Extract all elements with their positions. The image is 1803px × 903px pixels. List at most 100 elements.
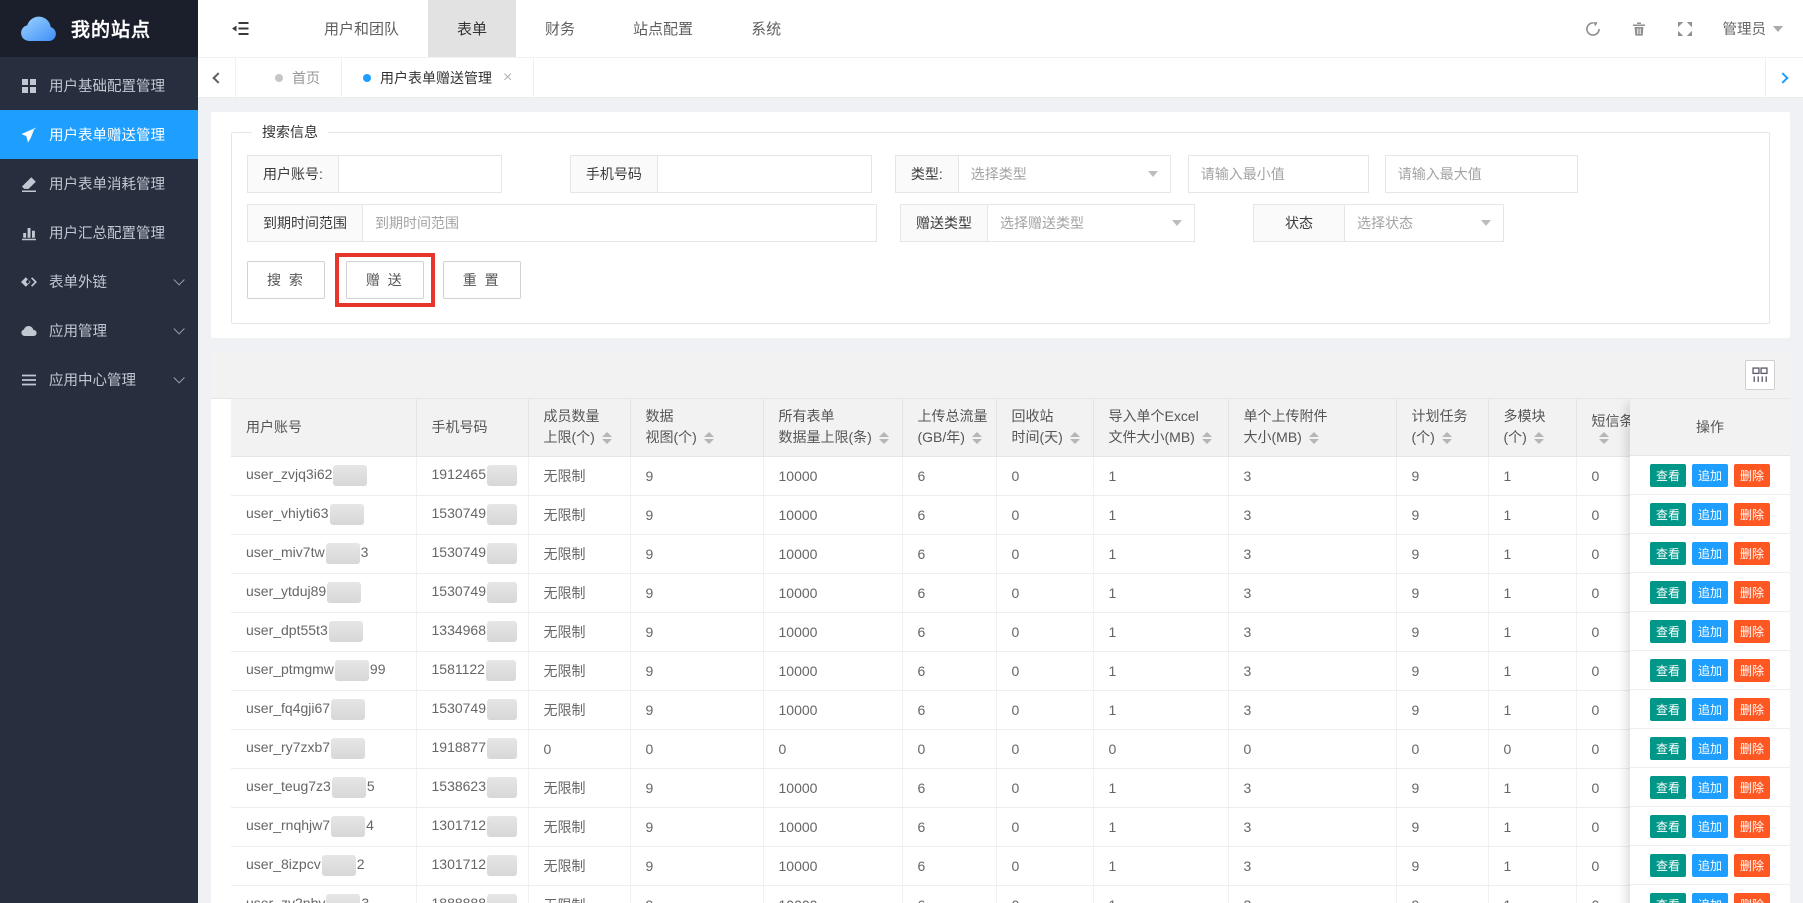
sidebar-item[interactable]: 用户表单消耗管理 [0,159,198,208]
user-menu[interactable]: 管理员 [1723,18,1784,39]
open-tab[interactable]: 首页 [254,58,342,97]
min-value-input[interactable] [1188,155,1369,193]
sidebar-item[interactable]: 用户汇总配置管理 [0,208,198,257]
redacted-text [326,543,360,564]
table-row: user_dpt55t31334968无限制9100006013910 [231,612,1770,651]
fullscreen-icon[interactable] [1677,21,1693,37]
sort-icon[interactable] [1309,432,1319,444]
nav-tab[interactable]: 表单 [428,0,516,57]
nav-tab[interactable]: 站点配置 [604,0,722,57]
delete-button[interactable]: 删除 [1734,659,1770,682]
view-button[interactable]: 查看 [1650,620,1686,643]
column-header[interactable]: 所有表单数据量上限(条) [763,399,902,456]
append-button[interactable]: 追加 [1692,815,1728,838]
gift-button[interactable]: 赠 送 [346,261,424,299]
column-header[interactable]: 多模块(个) [1488,399,1576,456]
max-value-input[interactable] [1385,155,1578,193]
type-select[interactable]: 选择类型 [958,155,1171,193]
table-row: user_ry7zxb719188770000000000 [231,729,1770,768]
collapse-menu-icon[interactable] [212,0,269,57]
sidebar-item[interactable]: 用户表单赠送管理 [0,110,198,159]
sort-icon[interactable] [879,432,889,444]
nav-tab[interactable]: 用户和团队 [295,0,428,57]
column-header[interactable]: 导入单个Excel文件大小(MB) [1093,399,1228,456]
column-header[interactable]: 单个上传附件大小(MB) [1228,399,1396,456]
sort-icon[interactable] [1070,432,1080,444]
status-select[interactable]: 选择状态 [1344,204,1504,242]
value-cell: 3 [1228,885,1396,903]
refresh-icon[interactable] [1585,21,1601,37]
tabs-scroll-left-icon[interactable] [198,58,236,97]
append-button[interactable]: 追加 [1692,698,1728,721]
phone-input[interactable] [657,155,872,193]
view-button[interactable]: 查看 [1650,581,1686,604]
sidebar-item[interactable]: 用户基础配置管理 [0,61,198,110]
sort-icon[interactable] [972,432,982,444]
column-settings-button[interactable] [1745,360,1775,390]
column-header[interactable]: 计划任务(个) [1396,399,1488,456]
site-logo[interactable]: 我的站点 [0,0,198,57]
date-range-input[interactable] [362,204,877,242]
sort-icon[interactable] [1599,432,1609,444]
delete-button[interactable]: 删除 [1734,698,1770,721]
actions-row: 查看追加删除 [1630,690,1790,729]
append-button[interactable]: 追加 [1692,464,1728,487]
view-button[interactable]: 查看 [1650,776,1686,799]
append-button[interactable]: 追加 [1692,581,1728,604]
delete-button[interactable]: 删除 [1734,776,1770,799]
sort-icon[interactable] [1442,432,1452,444]
delete-button[interactable]: 删除 [1734,854,1770,877]
redacted-text [487,699,517,720]
append-button[interactable]: 追加 [1692,893,1728,903]
append-button[interactable]: 追加 [1692,620,1728,643]
account-input[interactable] [338,155,502,193]
sort-icon[interactable] [1534,432,1544,444]
close-icon[interactable]: × [503,70,512,86]
sort-icon[interactable] [704,432,714,444]
phone-cell: 1918877 [416,729,528,768]
delete-button[interactable]: 删除 [1734,893,1770,903]
column-header[interactable]: 回收站时间(天) [996,399,1093,456]
open-tab[interactable]: 用户表单赠送管理× [342,58,534,97]
delete-button[interactable]: 删除 [1734,464,1770,487]
tabs-scroll-right-icon[interactable] [1765,58,1803,97]
column-header[interactable]: 数据视图(个) [630,399,763,456]
sidebar-item[interactable]: 应用中心管理 [0,355,198,404]
view-button[interactable]: 查看 [1650,698,1686,721]
view-button[interactable]: 查看 [1650,854,1686,877]
gift-type-select[interactable]: 选择赠送类型 [987,204,1195,242]
delete-button[interactable]: 删除 [1734,737,1770,760]
delete-button[interactable]: 删除 [1734,620,1770,643]
view-button[interactable]: 查看 [1650,503,1686,526]
delete-button[interactable]: 删除 [1734,503,1770,526]
column-header[interactable]: 成员数量上限(个) [528,399,630,456]
view-button[interactable]: 查看 [1650,893,1686,903]
view-button[interactable]: 查看 [1650,737,1686,760]
sidebar-item[interactable]: 应用管理 [0,306,198,355]
value-cell: 1 [1488,807,1576,846]
nav-tab[interactable]: 系统 [722,0,810,57]
delete-button[interactable]: 删除 [1734,815,1770,838]
reset-button[interactable]: 重 置 [443,261,521,299]
redacted-text [335,660,369,681]
view-button[interactable]: 查看 [1650,815,1686,838]
nav-tab[interactable]: 财务 [516,0,604,57]
view-button[interactable]: 查看 [1650,464,1686,487]
sort-icon[interactable] [602,432,612,444]
delete-button[interactable]: 删除 [1734,542,1770,565]
delete-button[interactable]: 删除 [1734,581,1770,604]
value-cell: 3 [1228,651,1396,690]
append-button[interactable]: 追加 [1692,776,1728,799]
append-button[interactable]: 追加 [1692,854,1728,877]
trash-icon[interactable] [1631,21,1647,37]
view-button[interactable]: 查看 [1650,659,1686,682]
search-button[interactable]: 搜 索 [247,261,325,299]
sidebar-item[interactable]: 表单外链 [0,257,198,306]
append-button[interactable]: 追加 [1692,659,1728,682]
column-header[interactable]: 上传总流量(GB/年) [902,399,996,456]
sort-icon[interactable] [1202,432,1212,444]
append-button[interactable]: 追加 [1692,503,1728,526]
append-button[interactable]: 追加 [1692,542,1728,565]
view-button[interactable]: 查看 [1650,542,1686,565]
append-button[interactable]: 追加 [1692,737,1728,760]
